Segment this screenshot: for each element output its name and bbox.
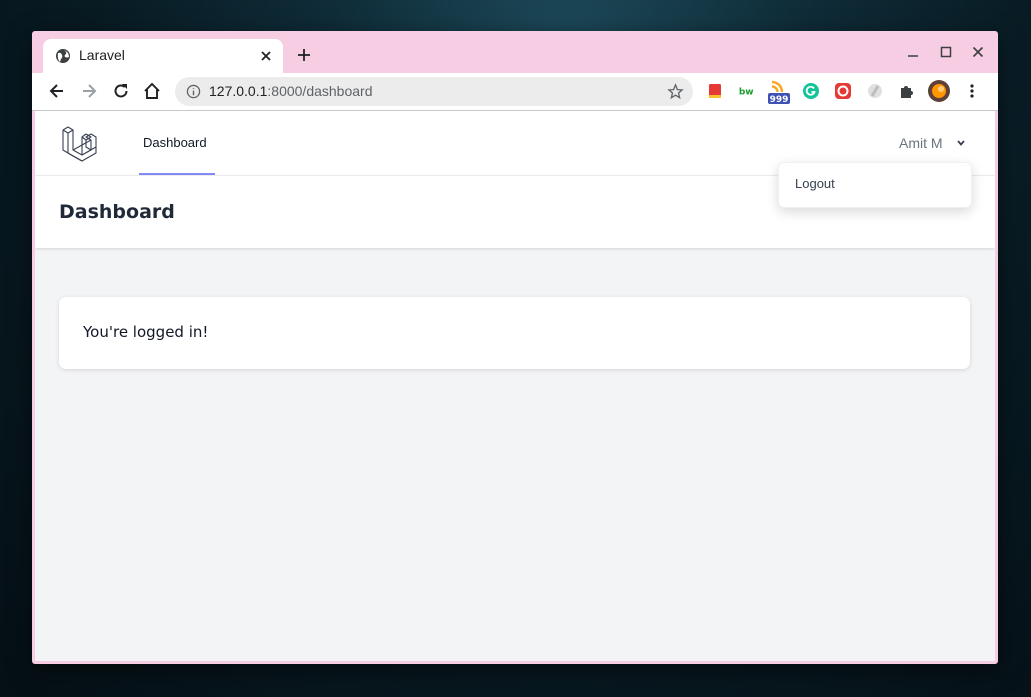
chevron-down-icon xyxy=(957,140,965,146)
url-host: 127.0.0.1 xyxy=(209,83,268,99)
info-icon[interactable] xyxy=(186,84,201,99)
puzzle-extensions-icon[interactable] xyxy=(898,82,916,100)
bookmark-star-icon[interactable] xyxy=(667,83,684,100)
address-bar[interactable]: 127.0.0.1:8000/dashboard xyxy=(175,77,693,106)
new-tab-icon[interactable] xyxy=(295,46,313,64)
close-window-icon[interactable] xyxy=(970,44,986,60)
grey-extension-icon[interactable] xyxy=(866,82,884,100)
grammarly-extension-icon[interactable] xyxy=(802,82,820,100)
close-tab-icon[interactable] xyxy=(257,47,275,65)
browser-window: Laravel 127.0.0.1:8000/dashboard bw 999 … xyxy=(32,31,998,664)
user-name: Amit M xyxy=(899,135,943,151)
svg-text:bw: bw xyxy=(739,87,754,97)
page-title: Dashboard xyxy=(59,201,175,223)
url-text: 127.0.0.1:8000/dashboard xyxy=(209,83,372,99)
user-menu-trigger[interactable]: Amit M xyxy=(899,133,965,153)
bw-extension-icon[interactable]: bw xyxy=(738,82,756,100)
forward-icon[interactable] xyxy=(79,81,99,101)
globe-icon xyxy=(56,49,70,63)
reload-icon[interactable] xyxy=(111,81,131,101)
nav-link-dashboard[interactable]: Dashboard xyxy=(139,111,215,175)
nav-link-label: Dashboard xyxy=(143,135,207,150)
browser-toolbar: 127.0.0.1:8000/dashboard bw 999 xyxy=(32,73,998,110)
home-icon[interactable] xyxy=(142,81,162,101)
user-dropdown-menu: Logout xyxy=(778,162,972,208)
red-book-extension-icon[interactable] xyxy=(706,82,724,100)
red-chat-extension-icon[interactable] xyxy=(834,82,852,100)
url-path: :8000/dashboard xyxy=(267,83,373,99)
status-card: You're logged in! xyxy=(59,297,970,369)
browser-tab[interactable]: Laravel xyxy=(43,39,283,73)
logout-link[interactable]: Logout xyxy=(795,176,835,191)
more-menu-icon[interactable] xyxy=(963,82,981,100)
minimize-icon[interactable] xyxy=(905,44,921,60)
status-message: You're logged in! xyxy=(83,323,209,341)
laravel-logo-icon[interactable] xyxy=(61,124,99,162)
rss-extension-icon[interactable]: 999 xyxy=(768,78,790,104)
maximize-icon[interactable] xyxy=(938,44,954,60)
back-icon[interactable] xyxy=(47,81,67,101)
page-content: Dashboard Amit M Dashboard You're logged… xyxy=(35,111,995,661)
rss-badge: 999 xyxy=(770,95,789,104)
profile-avatar[interactable] xyxy=(928,80,950,102)
tab-title: Laravel xyxy=(79,47,125,63)
